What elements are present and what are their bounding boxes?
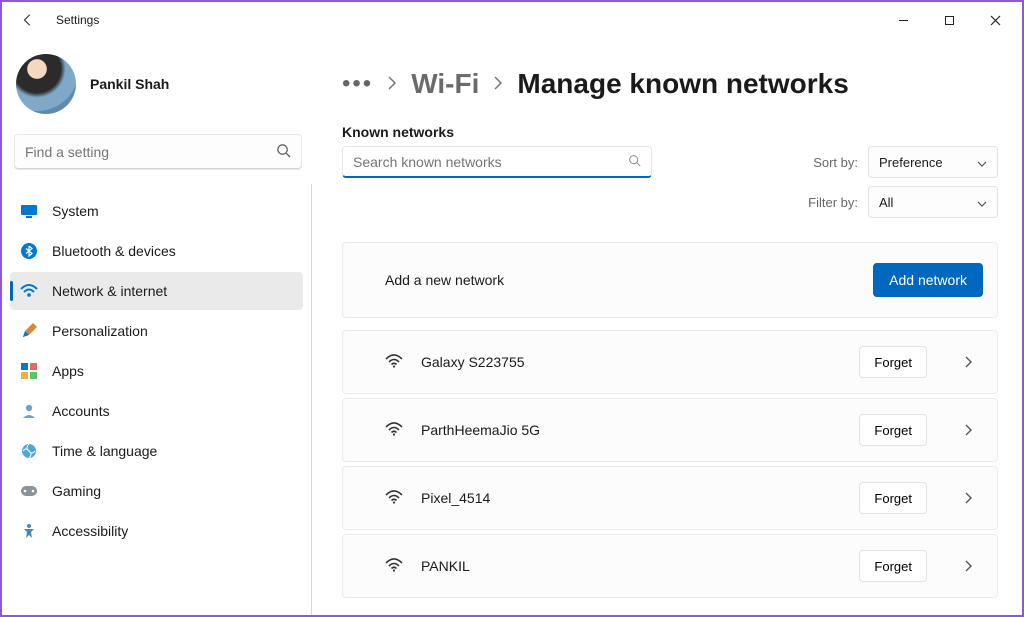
forget-button[interactable]: Forget: [859, 346, 927, 378]
network-name: PANKIL: [421, 558, 470, 574]
network-name: ParthHeemaJio 5G: [421, 422, 540, 438]
network-name: Pixel_4514: [421, 490, 490, 506]
accounts-icon: [20, 402, 38, 420]
section-title: Known networks: [342, 124, 454, 140]
search-icon: [628, 154, 641, 170]
back-button[interactable]: [14, 6, 42, 34]
chevron-right-icon[interactable]: [955, 424, 983, 436]
nav-item-apps[interactable]: Apps: [10, 352, 303, 390]
gaming-icon: [20, 482, 38, 500]
nav-item-system[interactable]: System: [10, 192, 303, 230]
add-network-label: Add a new network: [385, 272, 504, 288]
network-icon: [20, 282, 38, 300]
chevron-right-icon[interactable]: [955, 492, 983, 504]
network-search-input[interactable]: [353, 154, 620, 170]
sidebar: Pankil Shah System: [2, 38, 314, 615]
system-icon: [20, 202, 38, 220]
title-bar: Settings: [2, 2, 1022, 38]
settings-search-input[interactable]: [25, 144, 268, 160]
network-row[interactable]: ParthHeemaJio 5G Forget: [342, 398, 998, 462]
window-title: Settings: [56, 13, 99, 27]
forget-button[interactable]: Forget: [859, 550, 927, 582]
chevron-right-icon[interactable]: [955, 356, 983, 368]
chevron-right-icon: [387, 76, 397, 93]
nav-item-gaming[interactable]: Gaming: [10, 472, 303, 510]
network-row[interactable]: Pixel_4514 Forget: [342, 466, 998, 530]
nav-item-bluetooth[interactable]: Bluetooth & devices: [10, 232, 303, 270]
nav-item-accounts[interactable]: Accounts: [10, 392, 303, 430]
add-network-button[interactable]: Add network: [873, 263, 983, 297]
chevron-right-icon[interactable]: [955, 560, 983, 572]
close-button[interactable]: [972, 4, 1018, 36]
bluetooth-icon: [20, 242, 38, 260]
profile-block[interactable]: Pankil Shah: [2, 48, 314, 126]
nav-item-accessibility[interactable]: Accessibility: [10, 512, 303, 550]
forget-button[interactable]: Forget: [859, 482, 927, 514]
sort-by-label: Sort by:: [813, 155, 858, 170]
network-row[interactable]: PANKIL Forget: [342, 534, 998, 598]
chevron-down-icon: [977, 195, 987, 210]
filter-by-label: Filter by:: [808, 195, 858, 210]
apps-icon: [20, 362, 38, 380]
search-icon: [276, 143, 291, 161]
breadcrumb-wifi[interactable]: Wi-Fi: [411, 68, 479, 100]
accessibility-icon: [20, 522, 38, 540]
add-network-card: Add a new network Add network: [342, 242, 998, 318]
wifi-icon: [385, 490, 403, 507]
nav-item-network[interactable]: Network & internet: [10, 272, 303, 310]
breadcrumb: ••• Wi-Fi Manage known networks: [342, 68, 998, 100]
nav-item-time[interactable]: Time & language: [10, 432, 303, 470]
network-name: Galaxy S223755: [421, 354, 525, 370]
settings-search[interactable]: [14, 134, 302, 170]
chevron-down-icon: [977, 155, 987, 170]
personalization-icon: [20, 322, 38, 340]
maximize-button[interactable]: [926, 4, 972, 36]
breadcrumb-current: Manage known networks: [517, 68, 848, 100]
wifi-icon: [385, 354, 403, 371]
network-search[interactable]: [342, 146, 652, 178]
wifi-icon: [385, 422, 403, 439]
chevron-right-icon: [493, 76, 503, 93]
nav-item-personalization[interactable]: Personalization: [10, 312, 303, 350]
breadcrumb-more-icon[interactable]: •••: [342, 70, 373, 98]
minimize-button[interactable]: [880, 4, 926, 36]
user-name: Pankil Shah: [90, 76, 169, 92]
wifi-icon: [385, 558, 403, 575]
sort-by-dropdown[interactable]: Preference: [868, 146, 998, 178]
avatar: [16, 54, 76, 114]
main-content: ••• Wi-Fi Manage known networks Known ne…: [314, 38, 1022, 615]
time-icon: [20, 442, 38, 460]
nav-list: System Bluetooth & devices Network & int…: [2, 184, 312, 615]
filter-by-dropdown[interactable]: All: [868, 186, 998, 218]
network-row[interactable]: Galaxy S223755 Forget: [342, 330, 998, 394]
forget-button[interactable]: Forget: [859, 414, 927, 446]
